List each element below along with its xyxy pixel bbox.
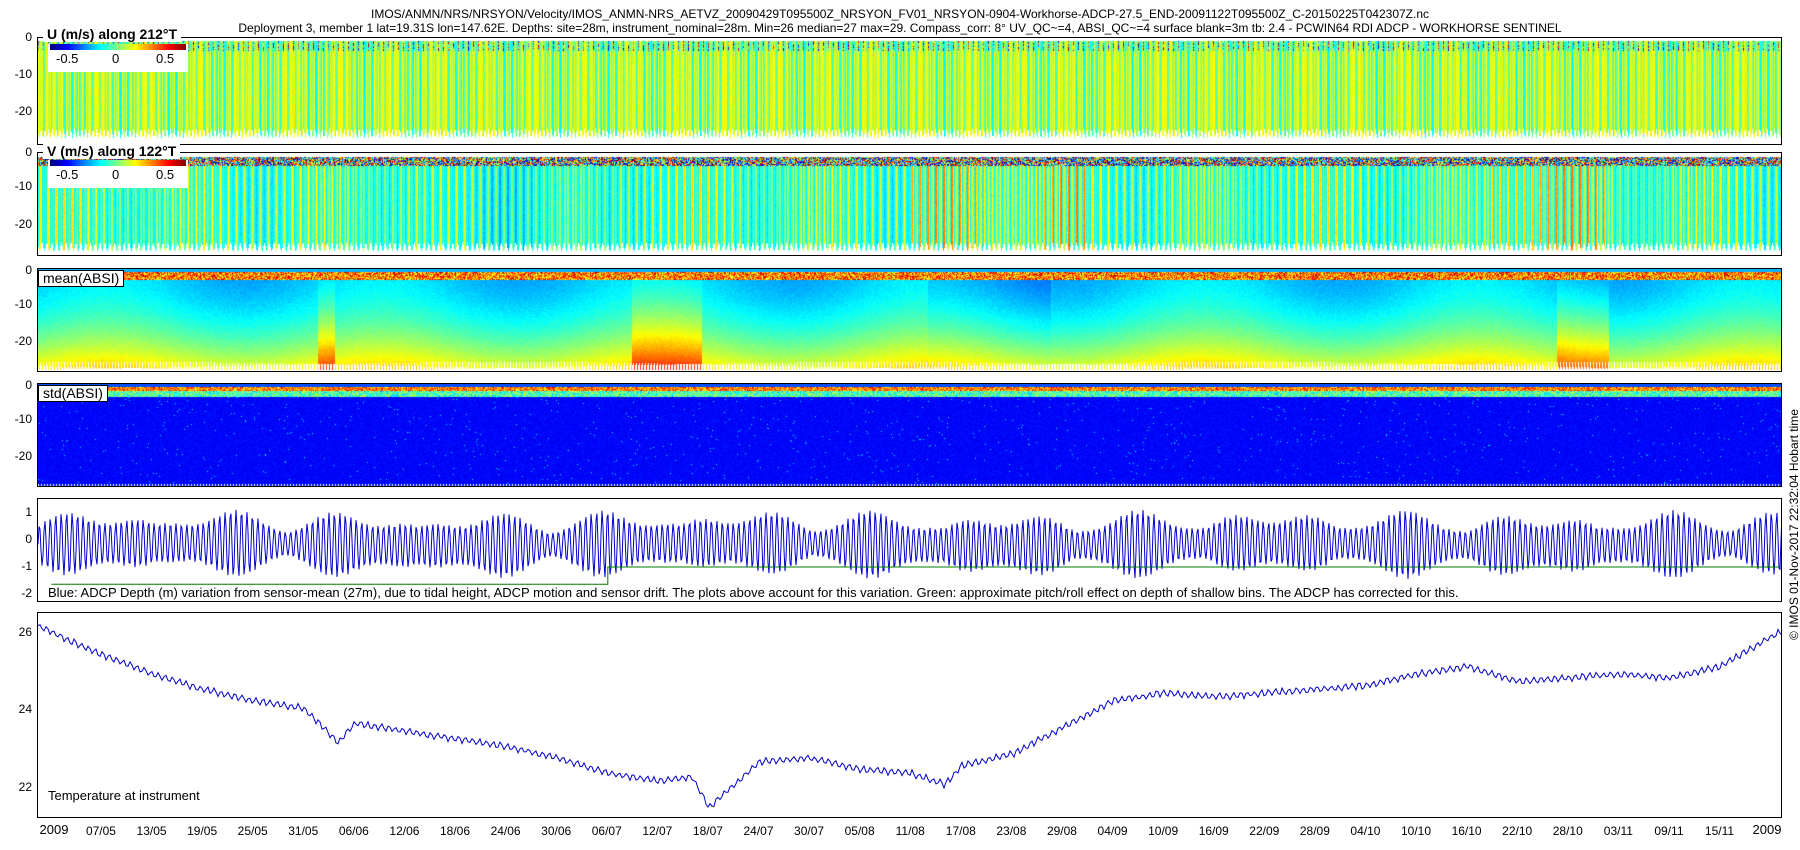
v-colorbar-gradient (50, 160, 186, 166)
x-tick-label: 05/08 (844, 824, 875, 838)
mean-absi-heatmap (38, 269, 1781, 371)
x-tick-label: 15/11 (1704, 824, 1735, 838)
v-ytick-20: -20 (14, 217, 32, 231)
std-ytick-10: -10 (14, 412, 32, 426)
x-tick-label: 06/07 (591, 824, 622, 838)
v-cbar-min: -0.5 (56, 167, 79, 182)
file-title: IMOS/ANMN/NRS/NRSYON/Velocity/IMOS_ANMN-… (370, 7, 1430, 21)
depth-ytick-m1: -1 (21, 559, 32, 573)
mean-absi-label: mean(ABSI) (38, 270, 125, 287)
u-ytick-20: -20 (14, 104, 32, 118)
x-tick-label: 25/05 (237, 824, 268, 838)
x-tick-label: 19/05 (187, 824, 218, 838)
u-colorbar-gradient (50, 44, 186, 50)
x-tick-label: 17/08 (945, 824, 976, 838)
x-tick-label: 04/09 (1097, 824, 1128, 838)
x-tick-label: 16/09 (1198, 824, 1229, 838)
x-tick-label: 28/10 (1552, 824, 1583, 838)
u-velocity-panel (37, 37, 1782, 145)
x-year-end: 2009 (1752, 822, 1782, 837)
temp-ytick-26: 26 (18, 625, 32, 639)
v-velocity-panel (37, 152, 1782, 256)
depth-ytick-0: 0 (25, 532, 32, 546)
std-ytick-20: -20 (14, 449, 32, 463)
temperature-plot (38, 624, 1781, 809)
depth-ytick-1: 1 (25, 505, 32, 519)
x-tick-label: 12/07 (642, 824, 673, 838)
deployment-info: Deployment 3, member 1 lat=19.31S lon=14… (238, 21, 1562, 35)
x-tick-label: 22/09 (1249, 824, 1280, 838)
x-tick-label: 23/08 (996, 824, 1027, 838)
depth-note: Blue: ADCP Depth (m) variation from sens… (48, 585, 1459, 600)
x-tick-label: 28/09 (1299, 824, 1330, 838)
std-absi-heatmap (38, 384, 1781, 486)
x-tick-label: 30/07 (794, 824, 825, 838)
x-tick-label: 03/11 (1603, 824, 1633, 838)
mean-ytick-0: 0 (25, 263, 32, 277)
x-tick-label: 04/10 (1350, 824, 1381, 838)
v-panel-label: V (m/s) along 122°T (43, 144, 181, 159)
v-ytick-10: -10 (14, 179, 32, 193)
x-tick-label: 24/06 (490, 824, 521, 838)
x-tick-label: 30/06 (541, 824, 572, 838)
imos-credit: © IMOS 01-Nov-2017 22:32:04 Hobart time (1787, 409, 1800, 640)
u-velocity-heatmap (38, 38, 1781, 144)
x-tick-label: 24/07 (743, 824, 774, 838)
temperature-series-line (38, 624, 1781, 809)
temp-ytick-22: 22 (18, 780, 32, 794)
v-cbar-mid: 0 (112, 167, 120, 182)
depth-series-line (38, 509, 1781, 579)
x-tick-label: 10/09 (1148, 824, 1179, 838)
u-cbar-mid: 0 (112, 51, 120, 66)
u-panel-label: U (m/s) along 212°T (43, 27, 182, 42)
temp-ytick-24: 24 (18, 702, 32, 716)
x-tick-label: 10/10 (1401, 824, 1432, 838)
v-cbar-max: 0.5 (156, 167, 175, 182)
x-tick-label: 12/06 (389, 824, 420, 838)
x-tick-label: 22/10 (1502, 824, 1533, 838)
u-cbar-min: -0.5 (56, 51, 79, 66)
v-colorbar: -0.5 0 0.5 (48, 160, 188, 188)
v-ytick-0: 0 (25, 145, 32, 159)
v-velocity-heatmap (38, 153, 1781, 255)
temperature-panel (37, 612, 1782, 818)
x-tick-label: 09/11 (1654, 824, 1684, 838)
std-ytick-0: 0 (25, 378, 32, 392)
x-tick-label: 18/06 (439, 824, 471, 838)
depth-ytick-m2: -2 (21, 586, 32, 600)
x-tick-label: 16/10 (1451, 824, 1482, 838)
x-tick-label: 07/05 (85, 824, 116, 838)
u-ytick-10: -10 (14, 67, 32, 81)
mean-ytick-20: -20 (14, 334, 32, 348)
x-year-start: 2009 (39, 822, 69, 837)
mean-ytick-10: -10 (14, 297, 32, 311)
x-tick-label: 31/05 (288, 824, 319, 838)
u-ytick-0: 0 (25, 30, 32, 44)
x-tick-label: 13/05 (136, 824, 167, 838)
x-tick-label: 29/08 (1046, 824, 1077, 838)
pitch-roll-series-line (51, 566, 1780, 585)
std-absi-label: std(ABSI) (38, 385, 108, 402)
u-cbar-max: 0.5 (156, 51, 175, 66)
mean-absi-panel (37, 268, 1782, 372)
std-absi-panel (37, 383, 1782, 487)
u-colorbar: -0.5 0 0.5 (48, 44, 188, 72)
x-tick-label: 06/06 (338, 824, 369, 838)
temperature-label: Temperature at instrument (48, 788, 200, 803)
x-tick-label: 18/07 (692, 824, 723, 838)
x-tick-label: 11/08 (895, 824, 925, 838)
